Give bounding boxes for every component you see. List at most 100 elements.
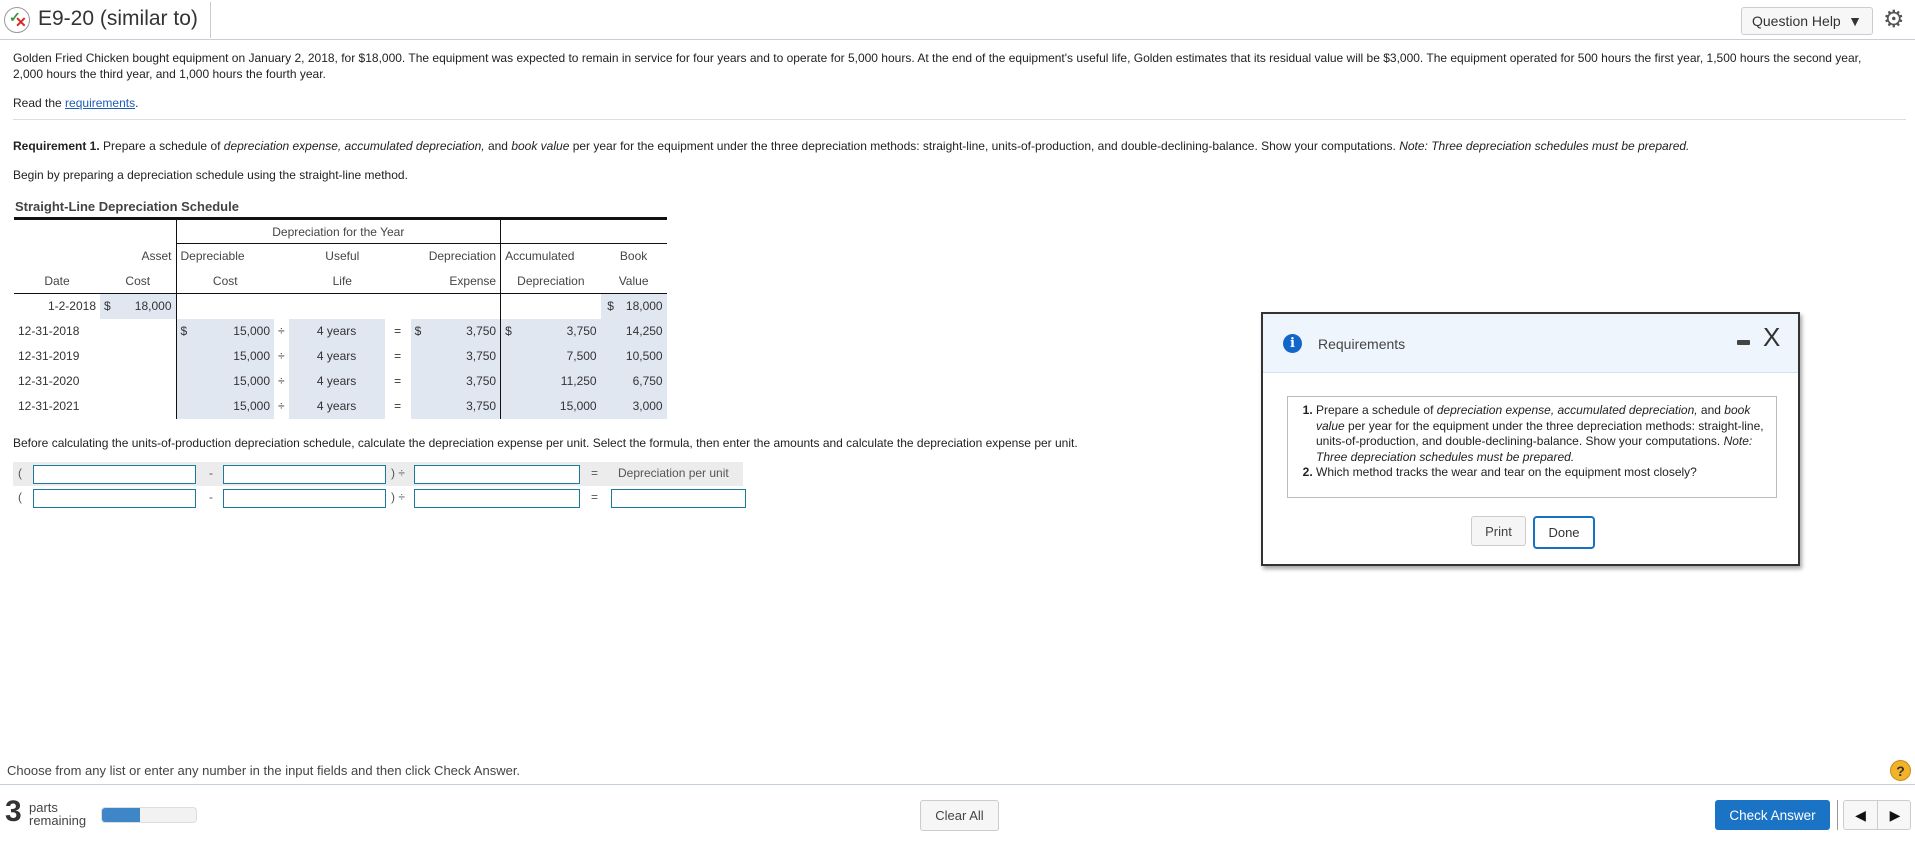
amount-input-2[interactable]	[223, 489, 386, 508]
requirement-1-text: Requirement 1. Prepare a schedule of dep…	[13, 139, 1689, 153]
header-blank	[14, 217, 176, 244]
requirements-link[interactable]: requirements	[65, 96, 135, 110]
info-icon: i	[1283, 334, 1302, 353]
date-cell: 12-31-2019	[18, 349, 80, 363]
close-icon[interactable]: X	[1763, 322, 1780, 352]
req-text: Prepare a schedule of	[1316, 403, 1437, 417]
gear-icon[interactable]: ⚙	[1883, 7, 1905, 33]
requirements-dialog: i Requirements X Prepare a schedule of d…	[1261, 312, 1800, 566]
book-value-cell: 18,000	[620, 293, 667, 319]
currency-symbol	[500, 343, 521, 369]
done-button[interactable]: Done	[1533, 516, 1595, 549]
footer-instruction: Choose from any list or enter any number…	[7, 763, 521, 778]
formula-input-2[interactable]	[223, 465, 386, 484]
formula-input-1[interactable]	[33, 465, 196, 484]
divide-operator: ÷	[278, 324, 285, 338]
footer-divider	[0, 784, 1915, 785]
req-italic: depreciation expense, accumulated deprec…	[1436, 403, 1698, 417]
instruction-text: Begin by preparing a depreciation schedu…	[13, 168, 408, 182]
formula-amount-row: ( - ) ÷ =	[13, 486, 746, 510]
useful-life-cell: 4 years	[288, 318, 385, 344]
currency-symbol	[175, 393, 196, 419]
previous-arrow-icon[interactable]: ◀	[1844, 801, 1878, 829]
col-header-depreciable-cost: Depreciable	[175, 243, 274, 269]
empty-cell	[175, 293, 501, 319]
minus-operator: -	[209, 466, 213, 480]
useful-life-cell: 4 years	[288, 393, 385, 419]
col-header-useful-life: Useful	[325, 249, 360, 264]
req-text: per year for the equipment under the thr…	[1316, 418, 1764, 449]
title-divider	[210, 2, 211, 38]
accumulated-depreciation-cell: 15,000	[520, 393, 601, 419]
depreciation-per-unit-input[interactable]	[611, 489, 746, 508]
equals-operator: =	[394, 374, 402, 388]
book-value-cell: 14,250	[620, 318, 667, 344]
depreciation-expense-cell: 3,750	[430, 343, 501, 369]
currency-symbol: $	[600, 293, 621, 319]
currency-symbol	[410, 368, 431, 394]
col-header-accumulated-2: Depreciation	[500, 268, 601, 294]
requirement-item-2: Which method tracks the wear and tear on…	[1316, 465, 1768, 481]
requirements-list-box: Prepare a schedule of depreciation expen…	[1287, 396, 1777, 498]
header: ✓ ✕ E9-20 (similar to) Question Help ▼ ⚙	[0, 0, 1915, 40]
clear-all-button[interactable]: Clear All	[920, 800, 999, 831]
depreciation-per-unit-formula: ( - ) ÷ = Depreciation per unit ( - ) ÷ …	[13, 462, 746, 510]
book-value-cell: 10,500	[620, 343, 667, 369]
divide-operator: ÷	[278, 349, 285, 363]
minimize-icon[interactable]	[1737, 340, 1750, 345]
req1-text: and	[484, 139, 512, 153]
parts-label-line-2: remaining	[29, 813, 87, 828]
col-header-book-value-2: Value	[600, 268, 667, 294]
table-row: 12-31-2020 15,000 ÷ 4 years = 3,750 11,2…	[14, 368, 667, 394]
col-header-date: Date	[14, 268, 100, 294]
question-nav: ◀ ▶	[1843, 800, 1911, 830]
requirement-item-1: Prepare a schedule of depreciation expen…	[1316, 403, 1768, 465]
equals-operator: =	[394, 324, 402, 338]
amount-input-3[interactable]	[414, 489, 580, 508]
empty-cell	[500, 293, 601, 319]
parts-remaining-label: parts remaining	[29, 801, 86, 827]
empty-cell	[600, 343, 621, 369]
col-header-depreciation-expense: Depreciation	[428, 249, 497, 264]
schedule-title: Straight-Line Depreciation Schedule	[15, 199, 239, 214]
empty-cell	[600, 393, 621, 419]
dialog-title: Requirements	[1318, 336, 1406, 352]
req-text: and	[1697, 403, 1725, 417]
currency-symbol	[410, 393, 431, 419]
currency-symbol	[500, 393, 521, 419]
equals-operator: =	[591, 490, 599, 504]
header-blank	[500, 217, 667, 244]
equals-operator: =	[394, 349, 402, 363]
depreciable-cost-cell: 15,000	[196, 393, 274, 419]
date-cell: 12-31-2020	[18, 374, 80, 388]
currency-symbol	[175, 343, 196, 369]
col-header-depreciation-expense-2: Expense	[410, 268, 501, 294]
print-button[interactable]: Print	[1471, 516, 1526, 546]
parts-remaining-count: 3	[5, 795, 22, 828]
table-row: 12-31-2019 15,000 ÷ 4 years = 3,750 7,50…	[14, 343, 667, 369]
divider	[13, 119, 1906, 120]
date-cell: 12-31-2018	[18, 324, 80, 338]
question-help-button[interactable]: Question Help ▼	[1741, 7, 1873, 35]
table-row: 12-31-2018 $ 15,000 ÷ 4 years = $ 3,750 …	[14, 318, 667, 344]
col-header-useful-life-2: Life	[274, 268, 411, 294]
requirements-list: Prepare a schedule of depreciation expen…	[1296, 403, 1768, 481]
currency-symbol: $	[410, 318, 431, 344]
divide-operator: ÷	[278, 374, 285, 388]
amount-input-1[interactable]	[33, 489, 196, 508]
formula-input-3[interactable]	[414, 465, 580, 484]
book-value-cell: 6,750	[620, 368, 667, 394]
currency-symbol: $	[100, 293, 120, 319]
partial-correct-status-icon: ✓ ✕	[4, 7, 30, 33]
empty-cell	[100, 394, 176, 419]
next-arrow-icon[interactable]: ▶	[1878, 801, 1912, 829]
req1-italic: depreciation expense, accumulated deprec…	[223, 139, 485, 153]
date-cell: 12-31-2021	[18, 399, 80, 413]
help-icon[interactable]: ?	[1890, 760, 1911, 781]
check-answer-button[interactable]: Check Answer	[1715, 800, 1830, 830]
equals-operator: =	[591, 466, 599, 480]
req1-note: Note: Three depreciation schedules must …	[1399, 139, 1690, 153]
depreciable-cost-cell: 15,000	[196, 318, 274, 344]
dialog-header: i Requirements X	[1263, 314, 1798, 373]
useful-life-cell: 4 years	[288, 368, 385, 394]
